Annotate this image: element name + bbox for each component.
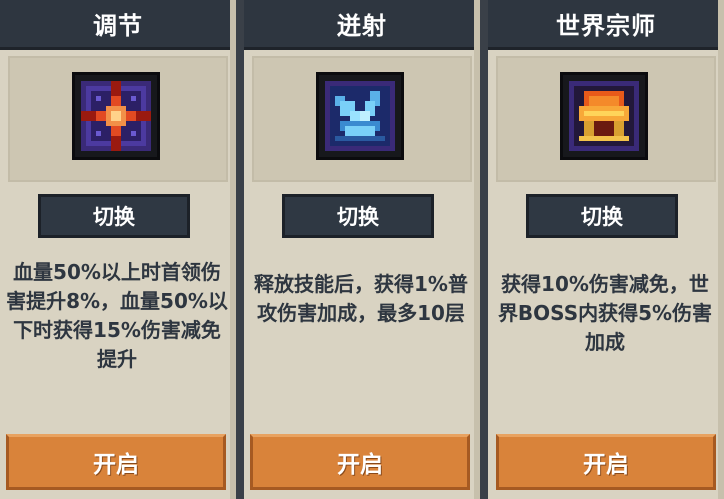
- card-description: 获得10%伤害减免，世界BOSS内获得5%伤害加成: [497, 272, 713, 354]
- cross-shield-icon: [72, 72, 160, 160]
- card-description: 血量50%以上时首领伤害提升8%，血量50%以下时获得15%伤害减免提升: [6, 260, 228, 371]
- talent-card-world-master: 世界宗师 切换 获得10%伤害减免，世界BOSS内获得5%伤害加成 开启: [488, 0, 724, 499]
- icon-frame: [252, 56, 472, 182]
- switch-button[interactable]: 切换: [282, 194, 434, 238]
- open-button[interactable]: 开启: [250, 434, 470, 490]
- card-title: 调节: [0, 0, 236, 50]
- card-title: 世界宗师: [488, 0, 724, 50]
- open-button[interactable]: 开启: [6, 434, 226, 490]
- card-description: 释放技能后，获得1%普攻伤害加成，最多10层: [254, 272, 468, 325]
- icon-frame: [496, 56, 716, 182]
- ice-shard-icon: [316, 72, 404, 160]
- switch-button[interactable]: 切换: [526, 194, 678, 238]
- fire-crown-icon: [560, 72, 648, 160]
- icon-frame: [8, 56, 228, 182]
- talent-card-regulate: 调节 切换 血量50%以上时首领伤害提升8%，血量50%以下时获得15%伤害减免…: [0, 0, 236, 499]
- switch-button[interactable]: 切换: [38, 194, 190, 238]
- card-title: 迸射: [244, 0, 480, 50]
- talent-card-burst: 迸射 切换 释放技能后，获得1%普攻伤害加成，最多10层 开启: [244, 0, 480, 499]
- open-button[interactable]: 开启: [496, 434, 716, 490]
